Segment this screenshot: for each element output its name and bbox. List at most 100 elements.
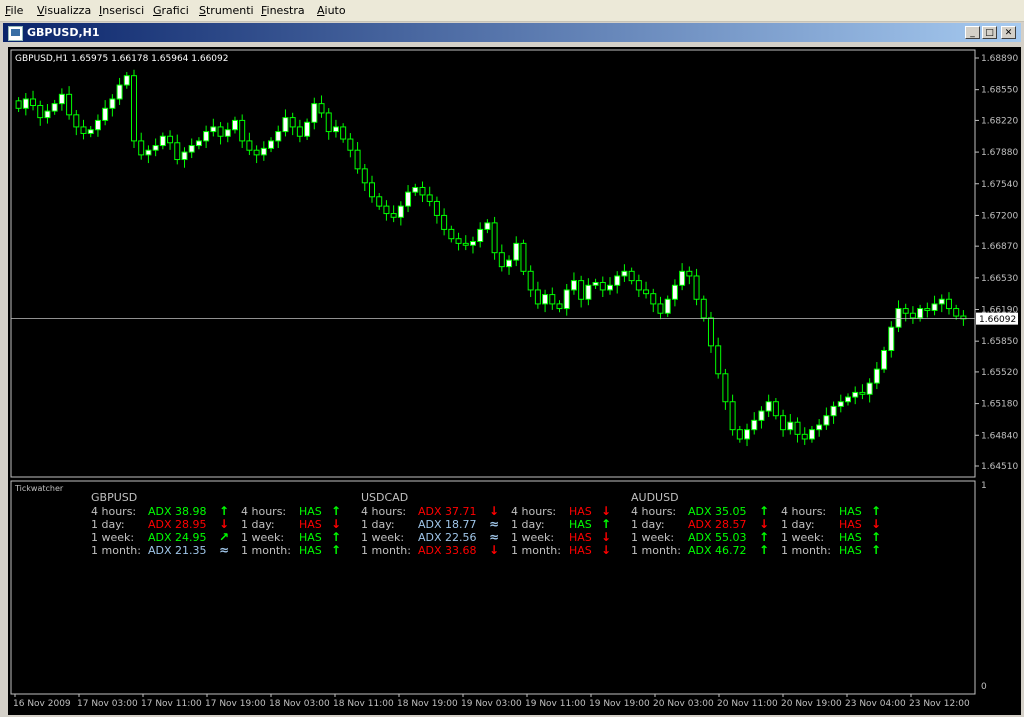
candle-body	[643, 289, 650, 295]
candle-body	[506, 259, 513, 268]
tickwatcher-has-up-icon: ↑	[871, 543, 881, 557]
candle-body	[498, 252, 505, 268]
price-axis-label: 1.67880	[981, 148, 1018, 158]
tickwatcher-adx-wave-icon: ≈	[489, 517, 499, 531]
candle-body	[866, 382, 873, 395]
candle-body	[390, 213, 397, 218]
candle-body	[246, 140, 253, 151]
tickwatcher-has-value: HAS	[569, 518, 592, 531]
candle-body	[469, 241, 476, 246]
tickwatcher-has-value: HAS	[299, 505, 322, 518]
tickwatcher-has-value: HAS	[839, 531, 862, 544]
candle-body	[477, 228, 484, 243]
candle-body	[614, 275, 621, 286]
tickwatcher-adx-up-icon: ↑	[759, 530, 769, 544]
candle-body	[304, 121, 311, 137]
time-axis-label: 17 Nov 19:00	[205, 699, 266, 709]
candle-body	[152, 145, 159, 151]
tickwatcher-adx-down-icon: ↓	[219, 517, 229, 531]
menu-strumenti[interactable]: Strumenti	[199, 4, 254, 17]
candle-body	[174, 142, 181, 161]
tickwatcher-adx-value: ADX 37.71	[418, 505, 477, 518]
menu-file[interactable]: File	[5, 4, 23, 17]
candle-body	[145, 149, 152, 156]
price-axis-label: 1.68220	[981, 116, 1018, 126]
tickwatcher-period-label: 1 month:	[631, 544, 681, 557]
price-axis-label: 1.64510	[981, 462, 1018, 472]
chart-area[interactable]: 1.68890 1.68550 1.68220 1.67880 1.67540 1.672…	[8, 47, 1021, 715]
candle-body	[895, 308, 902, 328]
candle-body	[318, 103, 325, 114]
price-axis-label: 1.67540	[981, 180, 1018, 190]
chart-window-icon	[8, 26, 23, 41]
menu-aiuto[interactable]: Aiuto	[317, 4, 346, 17]
candle-body	[94, 119, 101, 131]
time-axis-label: 23 Nov 04:00	[845, 699, 906, 709]
tickwatcher-has-up-icon: ↑	[871, 504, 881, 518]
candle-body	[275, 131, 282, 142]
tickwatcher-adx-value: ADX 28.95	[148, 518, 207, 531]
candle-body	[383, 205, 390, 215]
candle-body	[80, 126, 87, 134]
time-axis-label: 19 Nov 19:00	[589, 699, 650, 709]
time-axis-label: 20 Nov 19:00	[781, 699, 842, 709]
candle-body	[664, 298, 671, 314]
price-axis-label: 1.67200	[981, 211, 1018, 221]
tickwatcher-adx-value: ADX 46.72	[688, 544, 747, 557]
tickwatcher-has-value: HAS	[569, 505, 592, 518]
minimize-button[interactable]: _	[965, 26, 980, 39]
menu-grafici[interactable]: Grafici	[153, 4, 189, 17]
menu-finestra[interactable]: Finestra	[261, 4, 305, 17]
candle-body	[722, 373, 729, 403]
candle-body	[549, 294, 556, 305]
candle-body	[931, 303, 938, 311]
candle-body	[239, 119, 246, 142]
candle-body	[570, 280, 577, 291]
candle-body	[635, 280, 642, 291]
candle-body	[621, 270, 628, 277]
candle-body	[744, 429, 751, 440]
tickwatcher-period-label: 1 week:	[631, 531, 674, 544]
candle-body	[881, 349, 888, 370]
candle-body	[902, 308, 909, 314]
close-button[interactable]: ✕	[1001, 26, 1016, 39]
candle-body	[837, 401, 844, 407]
window-title-bar[interactable]: GBPUSD,H1 _ □ ✕	[3, 23, 1021, 42]
price-chart[interactable]: 1.68890 1.68550 1.68220 1.67880 1.67540 1.672…	[8, 47, 1021, 715]
candle-body	[686, 270, 693, 277]
candle-body	[845, 396, 851, 403]
candle-body	[361, 168, 368, 184]
menu-visualizza[interactable]: Visualizza	[37, 4, 91, 17]
candle-body	[340, 126, 347, 140]
tickwatcher-adx-wave-icon: ≈	[489, 530, 499, 544]
tickwatcher-adx-value: ADX 18.77	[418, 518, 477, 531]
menu-bar: File Visualizza Inserisci Grafici Strume…	[0, 0, 1024, 22]
candle-body	[455, 238, 462, 244]
main-chart-frame	[10, 49, 976, 478]
candle-body	[332, 126, 339, 133]
candle-body	[253, 149, 260, 156]
tickwatcher-period-label: 1 month:	[361, 544, 411, 557]
maximize-button[interactable]: □	[982, 26, 997, 39]
candle-body	[354, 149, 361, 170]
tickwatcher-has-up-icon: ↑	[871, 530, 881, 544]
time-axis-label: 16 Nov 2009	[13, 699, 71, 709]
tickwatcher-has-period-label: 4 hours:	[511, 505, 556, 518]
candle-body	[15, 100, 22, 109]
time-axis-label: 20 Nov 03:00	[653, 699, 714, 709]
tickwatcher-adx-up-icon: ↑	[759, 543, 769, 557]
time-axis-label: 18 Nov 03:00	[269, 699, 330, 709]
candle-body	[376, 196, 383, 207]
tickwatcher-period-label: 4 hours:	[361, 505, 406, 518]
candle-body	[780, 415, 787, 431]
tickwatcher-period-label: 1 day:	[631, 518, 665, 531]
candle-body	[51, 103, 58, 112]
candle-body	[159, 135, 166, 147]
candle-body	[953, 308, 960, 317]
candle-body	[542, 294, 549, 305]
price-axis-label: 1.65180	[981, 400, 1018, 410]
menu-inserisci[interactable]: Inserisci	[99, 4, 144, 17]
tickwatcher-has-period-label: 1 week:	[241, 531, 284, 544]
tickwatcher-has-period-label: 1 day:	[781, 518, 815, 531]
candle-body	[195, 140, 202, 147]
